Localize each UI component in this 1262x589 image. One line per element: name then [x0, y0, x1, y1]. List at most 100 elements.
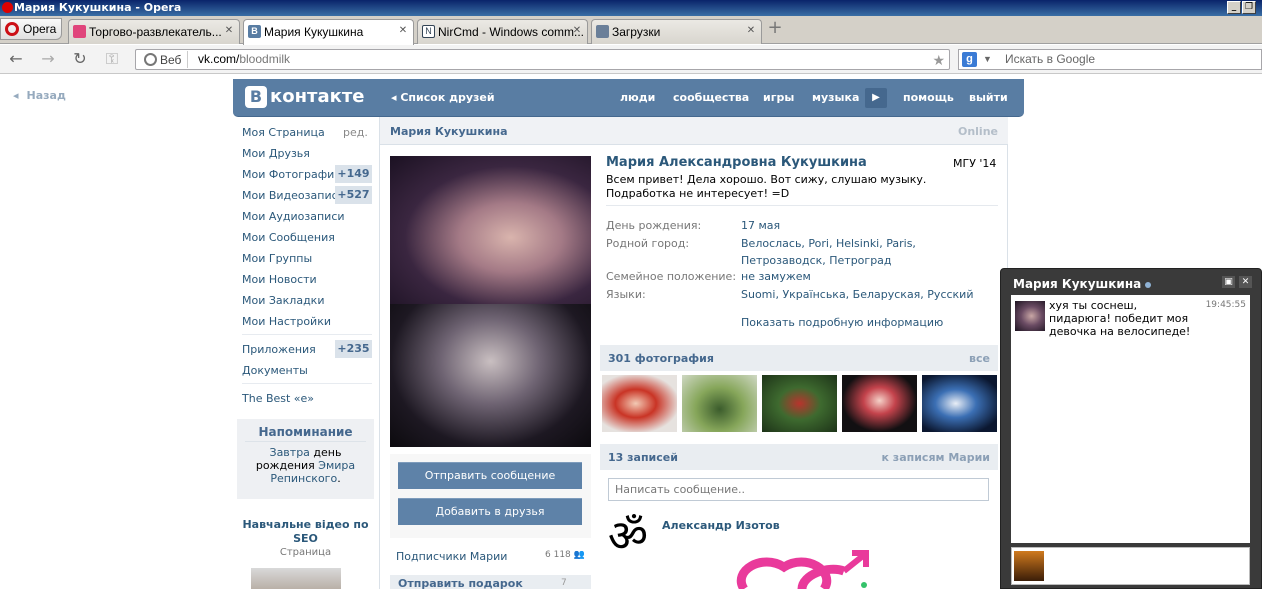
- close-tab-icon[interactable]: ✕: [745, 25, 757, 37]
- tab-shopping[interactable]: Торгово-развлекатель... ✕: [68, 19, 240, 44]
- nircmd-favicon-icon: N: [422, 25, 435, 38]
- profile-header-name: Мария Кукушкина: [390, 125, 508, 138]
- sidebar-item-photos[interactable]: Мои Фотографии: [242, 168, 341, 181]
- photo-thumbnail[interactable]: [762, 375, 837, 432]
- window-title: Мария Кукушкина - Opera: [14, 1, 182, 14]
- wall-count-title[interactable]: 13 записей: [608, 451, 678, 464]
- reload-icon[interactable]: ↻: [70, 50, 90, 68]
- profile-full-name: Мария Александровна Кукушкина: [606, 155, 867, 170]
- vk-favicon-icon: B: [248, 25, 261, 38]
- my-avatar: [1014, 551, 1044, 581]
- edit-link[interactable]: ред.: [343, 126, 368, 139]
- key-icon[interactable]: ⚿: [102, 50, 122, 68]
- om-avatar-icon[interactable]: ॐ: [602, 511, 654, 563]
- photos-count-badge[interactable]: +149: [335, 165, 372, 183]
- nav-people[interactable]: люди: [620, 91, 655, 104]
- avatar-photo-bottom: [390, 304, 591, 447]
- new-tab-icon[interactable]: +: [766, 19, 784, 38]
- sidebar-item-my-page[interactable]: Моя Страница: [242, 126, 325, 139]
- sidebar-item-groups[interactable]: Мои Группы: [242, 252, 312, 265]
- sidebar-item-audio[interactable]: Мои Аудиозаписи: [242, 210, 345, 223]
- chat-messages: хуя ты соснеш, пидарюга! победит моя дев…: [1011, 295, 1250, 543]
- photo-thumbnail[interactable]: [842, 375, 917, 432]
- tab-downloads[interactable]: Загрузки ✕: [591, 19, 762, 44]
- photos-count-title[interactable]: 301 фотография: [608, 352, 714, 365]
- wall-post-input[interactable]: Написать сообщение..: [608, 478, 989, 501]
- avatar-photo-top: [390, 156, 591, 304]
- sidebar-item-apps[interactable]: Приложения: [242, 343, 316, 356]
- photo-thumbnail[interactable]: [602, 375, 677, 432]
- hometown-value[interactable]: Велослась, Pori, Helsinki, Paris, Петроз…: [741, 235, 986, 269]
- sidebar-item-bookmarks[interactable]: Мои Закладки: [242, 294, 324, 307]
- chat-expand-icon[interactable]: ▣: [1222, 276, 1235, 288]
- family-value[interactable]: не замужем: [741, 268, 986, 285]
- sidebar-item-news[interactable]: Мои Новости: [242, 273, 317, 286]
- photos-all-link[interactable]: все: [969, 352, 990, 365]
- opera-menu-button[interactable]: Opera: [0, 18, 62, 40]
- profile-university[interactable]: МГУ '14: [953, 157, 996, 170]
- add-friend-button[interactable]: Добавить в друзья: [398, 498, 582, 525]
- chat-input[interactable]: [1011, 547, 1250, 585]
- tab-vk[interactable]: B Мария Кукушкина ✕: [243, 19, 414, 45]
- nav-communities[interactable]: сообщества: [673, 91, 749, 104]
- ad-image[interactable]: [251, 568, 341, 589]
- nav-games[interactable]: игры: [763, 91, 794, 104]
- nav-music[interactable]: музыка: [812, 91, 859, 104]
- videos-count-badge[interactable]: +527: [335, 186, 372, 204]
- web-badge[interactable]: Веб: [140, 51, 189, 68]
- play-icon[interactable]: ▶: [865, 88, 887, 108]
- chat-message-time: 19:45:55: [1205, 300, 1246, 310]
- maximize-button[interactable]: ❐: [1242, 1, 1256, 14]
- show-more-info-link[interactable]: Показать подробную информацию: [741, 316, 943, 329]
- languages-value[interactable]: Suomi, Українська, Беларуская, Русский: [741, 286, 986, 303]
- vk-logo[interactable]: Вконтакте: [245, 86, 364, 108]
- chat-close-icon[interactable]: ✕: [1239, 276, 1252, 288]
- chat-window: Мария Кукушкина ▣ ✕ хуя ты соснеш, пидар…: [1000, 268, 1262, 589]
- sidebar-divider: [242, 334, 372, 335]
- photo-thumbnail[interactable]: [682, 375, 757, 432]
- family-label: Семейное положение:: [606, 270, 737, 283]
- globe-icon: [144, 53, 157, 66]
- sidebar-item-friends[interactable]: Мои Друзья: [242, 147, 310, 160]
- profile-avatar[interactable]: [390, 156, 591, 447]
- photo-thumbnail[interactable]: [922, 375, 997, 432]
- nav-logout[interactable]: выйти: [969, 91, 1008, 104]
- post-image-hearts[interactable]: [732, 545, 892, 589]
- sidebar-item-documents[interactable]: Документы: [242, 364, 308, 377]
- close-tab-icon[interactable]: ✕: [223, 25, 235, 37]
- subscribers-link[interactable]: Подписчики Марии: [396, 550, 507, 563]
- wall-all-link[interactable]: к записям Марии: [882, 451, 990, 464]
- reminder-date-link[interactable]: Завтра: [270, 446, 310, 459]
- gifts-count: 7: [561, 578, 567, 588]
- sidebar-item-messages[interactable]: Мои Сообщения: [242, 231, 335, 244]
- tab-nircmd[interactable]: N NirCmd - Windows comm... ✕: [417, 19, 588, 44]
- profile-status[interactable]: Всем привет! Дела хорошо. Вот сижу, слуш…: [606, 173, 986, 201]
- profile-header-bar: Мария Кукушкина Online: [380, 117, 1008, 145]
- back-link[interactable]: ◂ Назад: [13, 89, 66, 102]
- search-field[interactable]: g ▼ Искать в Google: [958, 49, 1262, 70]
- hometown-label: Родной город:: [606, 237, 690, 250]
- address-field[interactable]: Веб vk.com/bloodmilk ★: [135, 49, 950, 70]
- close-tab-icon[interactable]: ✕: [571, 25, 583, 37]
- bookmark-star-icon[interactable]: ★: [932, 51, 945, 70]
- friends-list-link[interactable]: ◂ Список друзей: [391, 91, 495, 104]
- minimize-button[interactable]: _: [1227, 1, 1241, 14]
- raspberry-icon: [73, 25, 86, 38]
- languages-label: Языки:: [606, 288, 646, 301]
- birthday-value[interactable]: 17 мая: [741, 217, 986, 234]
- dropdown-arrow-icon[interactable]: ▼: [983, 50, 992, 69]
- close-tab-icon[interactable]: ✕: [397, 25, 409, 37]
- apps-count-badge[interactable]: +235: [335, 340, 372, 358]
- nav-help[interactable]: помощь: [903, 91, 954, 104]
- sidebar-item-settings[interactable]: Мои Настройки: [242, 315, 331, 328]
- post-author-link[interactable]: Александр Изотов: [662, 519, 780, 532]
- ad-subtitle: Страница: [279, 547, 332, 558]
- ad-title[interactable]: Навчальне відео по SEO: [237, 518, 374, 546]
- sidebar-item-videos[interactable]: Мои Видеозаписи: [242, 189, 345, 202]
- sidebar-item-the-best[interactable]: The Best «e»: [242, 392, 314, 405]
- chat-title[interactable]: Мария Кукушкина: [1013, 277, 1152, 291]
- back-arrow-icon[interactable]: ←: [6, 50, 26, 68]
- chat-avatar[interactable]: [1015, 301, 1045, 331]
- forward-arrow-icon[interactable]: →: [38, 50, 58, 68]
- send-message-button[interactable]: Отправить сообщение: [398, 462, 582, 489]
